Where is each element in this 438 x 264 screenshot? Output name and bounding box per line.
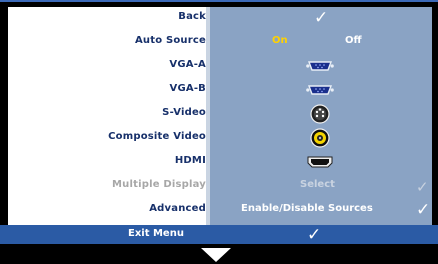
checkmark-icon: ✓	[314, 8, 329, 28]
advanced-value[interactable]: Enable/Disable Sources	[241, 203, 373, 214]
menu-row-vga-a[interactable]: VGA-A	[8, 55, 432, 78]
menu-row-auto-source[interactable]: Auto Source On Off	[8, 31, 432, 54]
auto-source-label: Auto Source	[134, 35, 206, 46]
multiple-display-value: Select	[300, 179, 335, 190]
projector-osd: Back ✓ Auto Source On Off VGA-A VGA-B S-…	[0, 0, 438, 264]
exit-menu-bar[interactable]: Exit Menu ✓	[0, 225, 438, 245]
auto-source-off-option[interactable]: Off	[345, 35, 362, 46]
vga-connector-icon	[306, 56, 334, 76]
vga-a-label: VGA-A	[169, 59, 206, 70]
composite-video-label: Composite Video	[108, 131, 206, 142]
composite-video-connector-icon	[306, 128, 334, 148]
s-video-label: S-Video	[162, 107, 206, 118]
exit-menu-label: Exit Menu	[128, 228, 184, 239]
hdmi-label: HDMI	[174, 155, 206, 166]
advanced-label: Advanced	[149, 203, 206, 214]
hdmi-connector-icon	[306, 152, 334, 172]
menu-row-hdmi[interactable]: HDMI	[8, 151, 432, 174]
menu-row-multiple-display: Multiple Display Select ✓	[8, 175, 432, 198]
auto-source-on-option[interactable]: On	[272, 35, 288, 46]
input-select-panel: Back ✓ Auto Source On Off VGA-A VGA-B S-…	[8, 7, 432, 225]
back-label: Back	[178, 11, 206, 22]
menu-row-advanced[interactable]: Advanced Enable/Disable Sources ✓	[8, 199, 432, 222]
multiple-display-label: Multiple Display	[112, 179, 206, 190]
checkmark-icon: ✓	[416, 200, 431, 220]
top-rule	[0, 0, 438, 2]
checkmark-icon: ✓	[416, 178, 429, 196]
s-video-connector-icon	[306, 104, 334, 124]
vga-connector-icon	[306, 80, 334, 100]
menu-row-back[interactable]: Back ✓	[8, 7, 432, 30]
scroll-down-arrow-icon[interactable]	[201, 248, 231, 262]
menu-row-s-video[interactable]: S-Video	[8, 103, 432, 126]
checkmark-icon: ✓	[307, 225, 322, 245]
menu-row-vga-b[interactable]: VGA-B	[8, 79, 432, 102]
vga-b-label: VGA-B	[169, 83, 206, 94]
menu-row-composite-video[interactable]: Composite Video	[8, 127, 432, 150]
